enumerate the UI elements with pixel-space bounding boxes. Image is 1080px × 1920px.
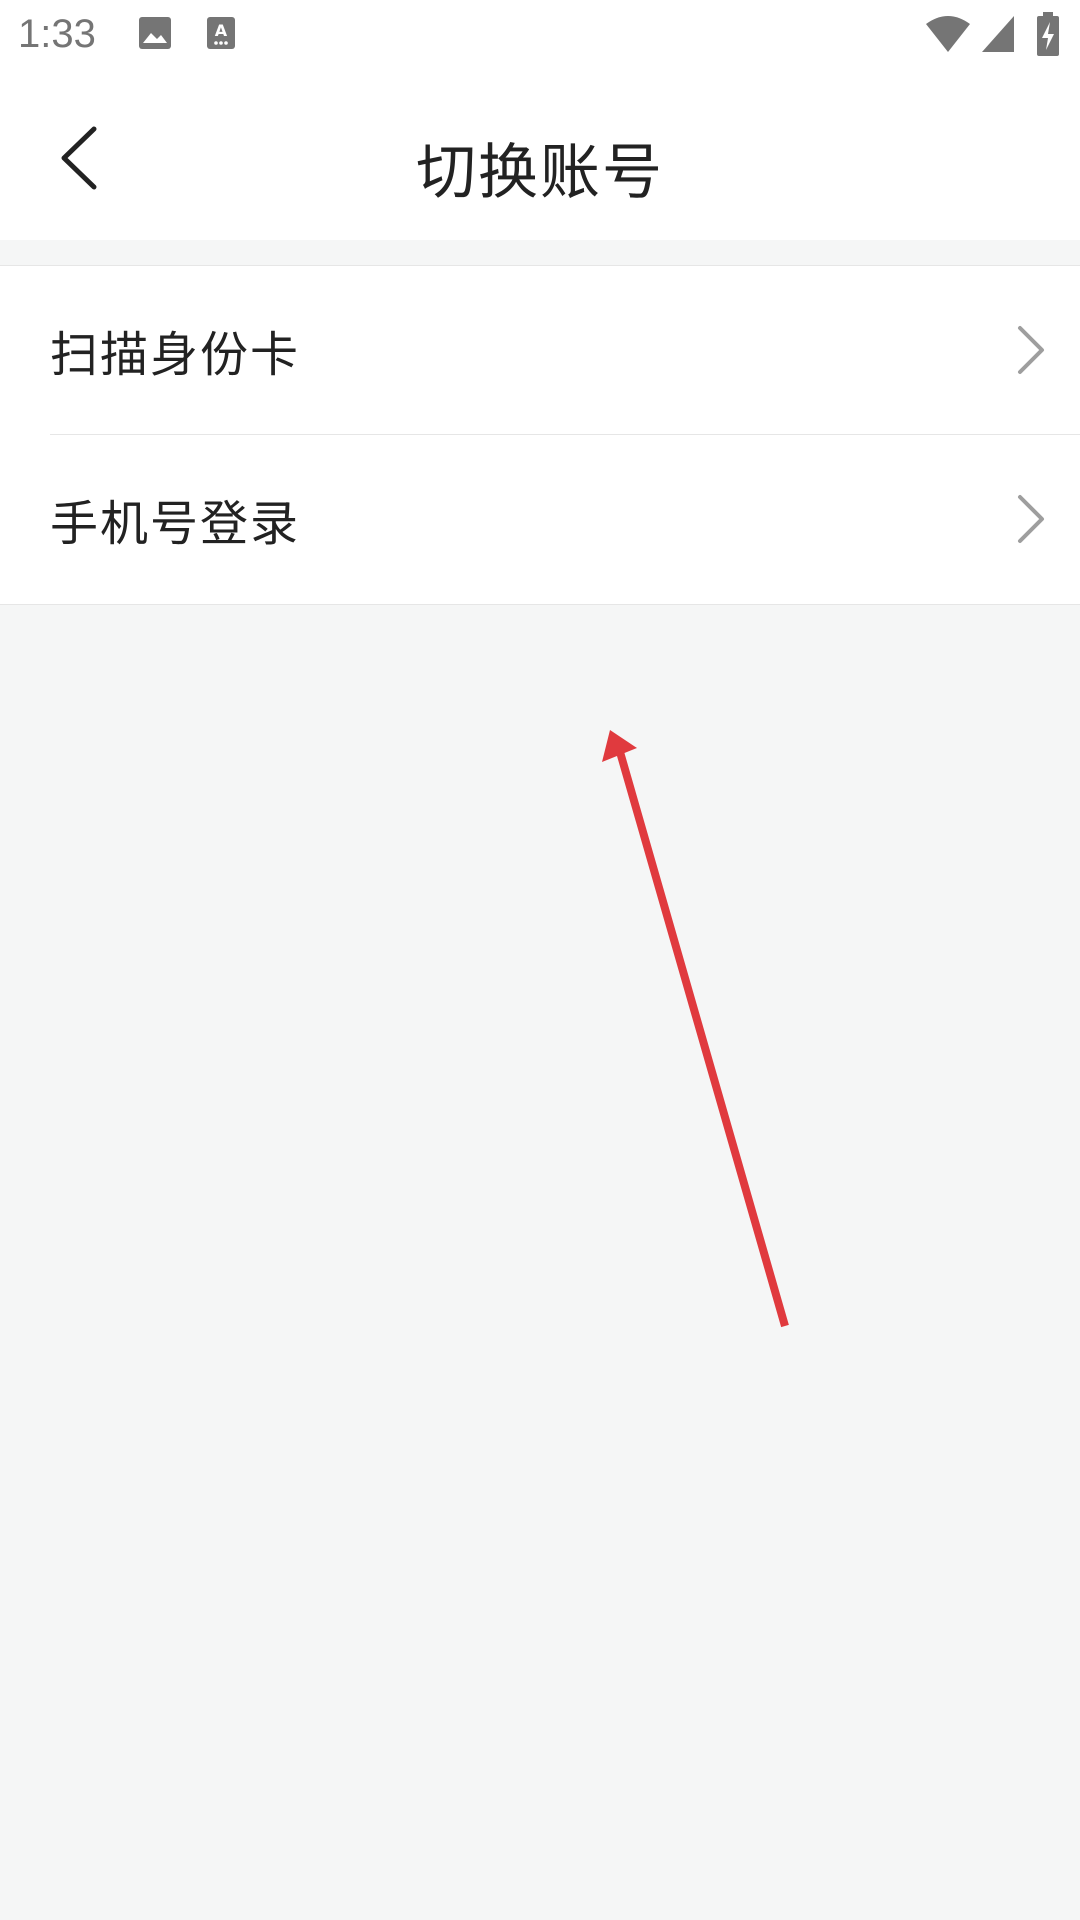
keyboard-a-icon: A	[207, 17, 235, 49]
section-gap	[0, 240, 1080, 265]
image-icon	[139, 17, 171, 49]
chevron-right-icon	[1018, 326, 1044, 374]
phone-login-item[interactable]: 手机号登录	[0, 435, 1080, 603]
svg-text:A: A	[215, 21, 228, 40]
phone-login-label: 手机号登录	[50, 496, 301, 552]
account-options-list: 扫描身份卡 手机号登录	[0, 265, 1080, 605]
chevron-right-icon	[1018, 495, 1044, 543]
scan-id-card-label: 扫描身份卡	[50, 327, 301, 383]
signal-icon	[982, 16, 1014, 52]
status-time: 1:33	[18, 12, 96, 56]
battery-charging-icon	[1037, 12, 1059, 56]
scan-id-card-item[interactable]: 扫描身份卡	[0, 266, 1080, 435]
top-app-bar: 切换账号	[0, 74, 1080, 240]
status-bar: 1:33 A	[0, 0, 1080, 74]
wifi-icon	[926, 16, 970, 52]
page-title: 切换账号	[416, 138, 664, 208]
